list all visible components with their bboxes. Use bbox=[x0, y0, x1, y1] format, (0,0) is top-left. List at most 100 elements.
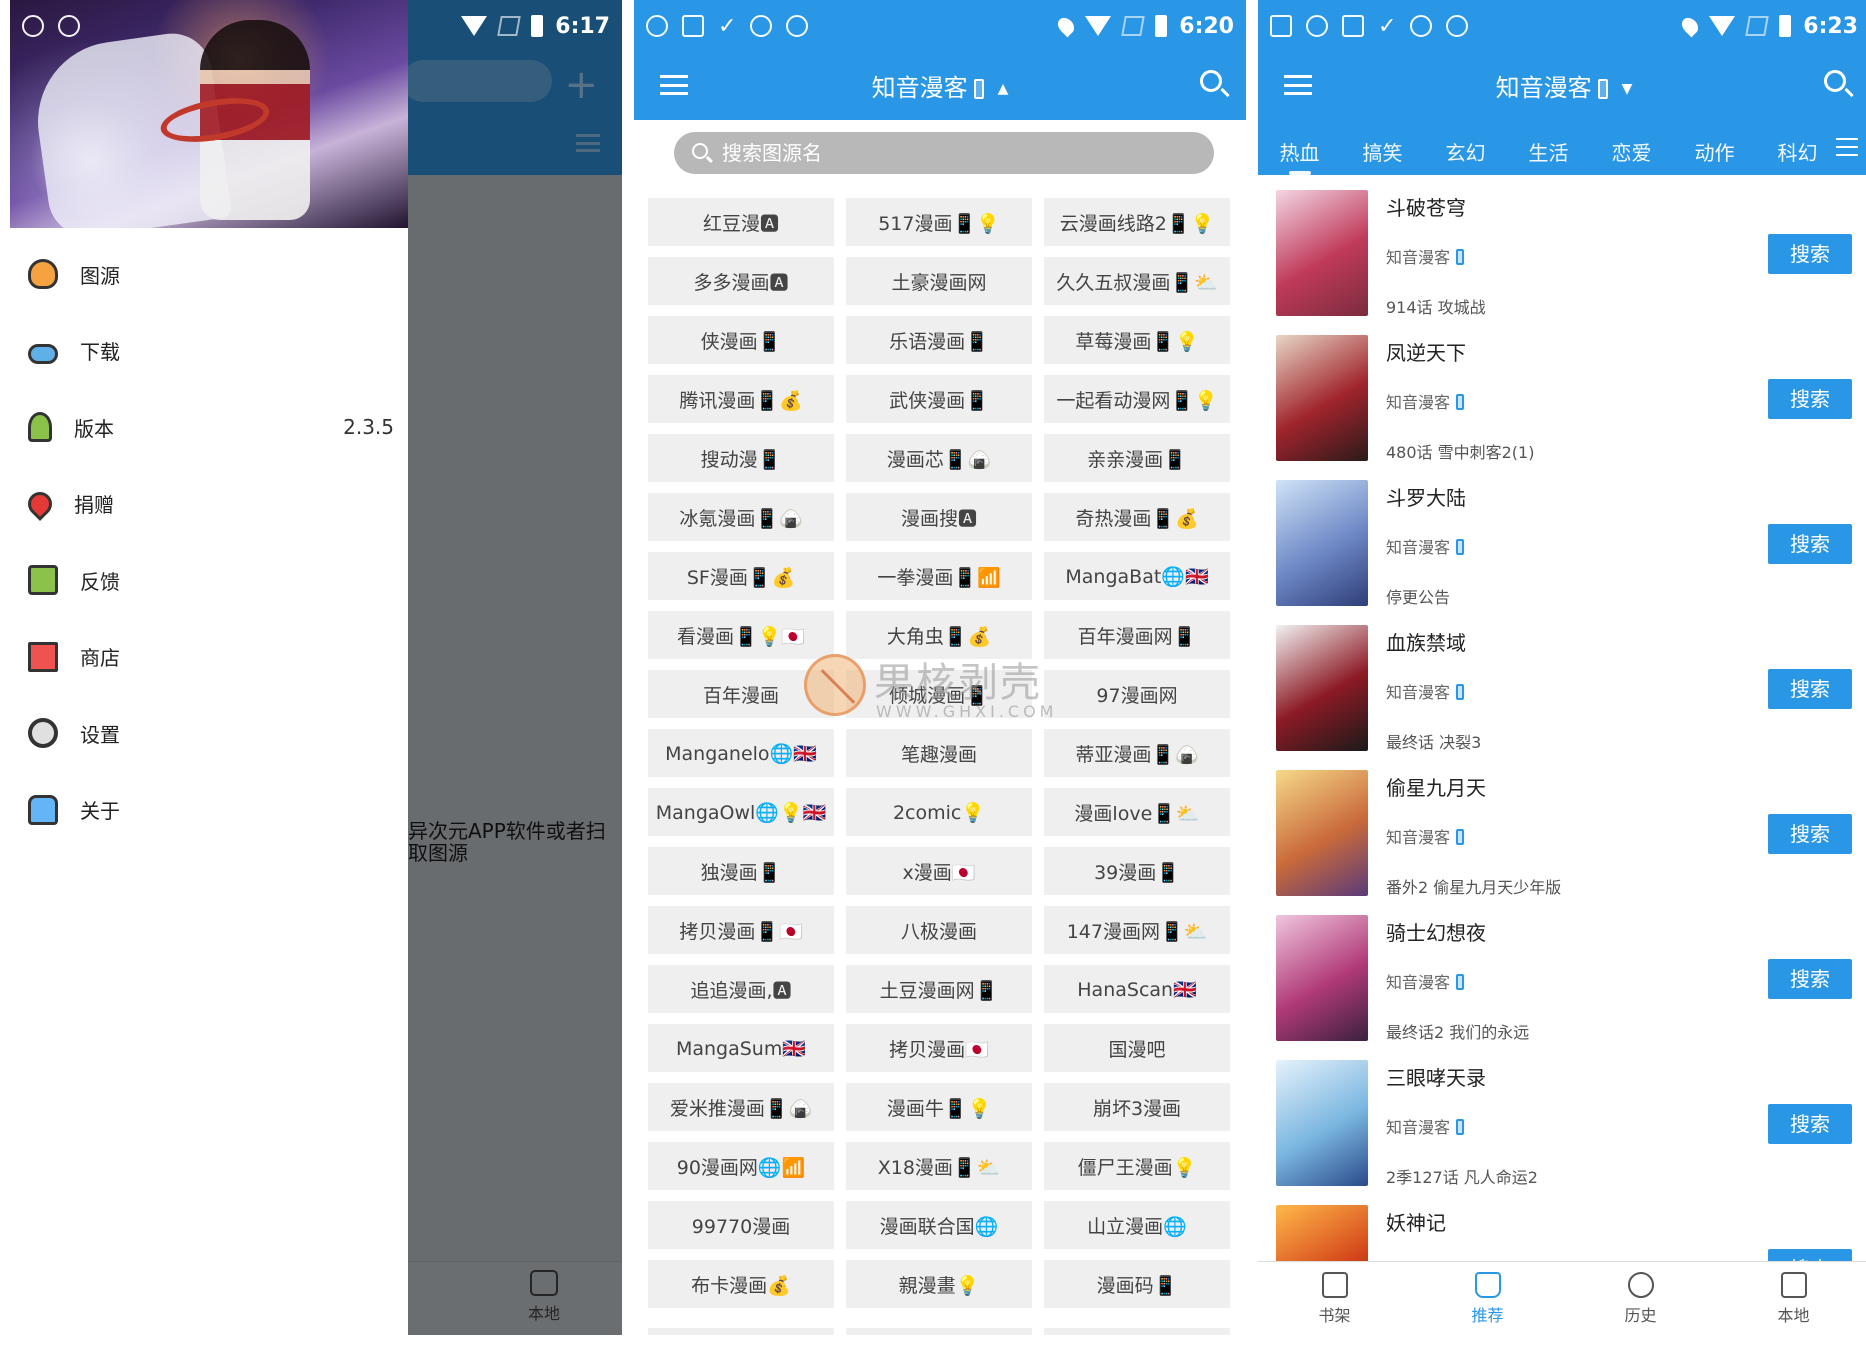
source-item[interactable]: 147漫画网📱⛅ bbox=[1044, 906, 1230, 954]
comic-cover[interactable] bbox=[1276, 1060, 1368, 1186]
tab-category[interactable]: 搞笑 bbox=[1341, 137, 1424, 166]
source-item[interactable]: 漫画码📱 bbox=[1044, 1260, 1230, 1308]
source-item[interactable]: 90漫画网🌐📶 bbox=[648, 1142, 834, 1190]
source-item[interactable]: 僵尸王漫画💡 bbox=[1044, 1142, 1230, 1190]
search-icon[interactable] bbox=[1824, 70, 1846, 92]
source-item[interactable]: 百年漫画 bbox=[648, 670, 834, 718]
nav-item-bookshelf[interactable]: 书架 bbox=[1258, 1262, 1411, 1335]
source-item[interactable]: 一起看动漫网📱💡 bbox=[1044, 375, 1230, 423]
comic-list-item[interactable]: 凤逆天下 知音漫客 480话 雪中刺客2(1) 搜索 bbox=[1258, 333, 1866, 478]
comic-list-item[interactable]: 斗罗大陆 知音漫客 停更公告 搜索 bbox=[1258, 478, 1866, 623]
source-search-input[interactable]: 搜索图源名 bbox=[674, 132, 1214, 174]
comic-cover[interactable] bbox=[1276, 480, 1368, 606]
source-item[interactable]: 笔趣漫画 bbox=[846, 729, 1032, 777]
source-item[interactable]: 倾城漫画📱 bbox=[846, 670, 1032, 718]
drawer-item-source[interactable]: 图源 bbox=[10, 236, 408, 313]
source-item[interactable]: 八极漫画 bbox=[846, 906, 1032, 954]
source-item[interactable]: 土豪漫画网 bbox=[846, 257, 1032, 305]
source-item[interactable]: 亲亲漫画📱 bbox=[1044, 434, 1230, 482]
source-item[interactable]: 久久五叔漫画📱⛅ bbox=[1044, 257, 1230, 305]
search-icon[interactable] bbox=[1200, 70, 1222, 92]
drawer-item-settings[interactable]: 设置 bbox=[10, 695, 408, 772]
source-item[interactable]: 517漫画📱💡 bbox=[846, 198, 1032, 246]
nav-item-local[interactable]: 本地 bbox=[1717, 1262, 1866, 1335]
comic-list-item[interactable]: 三眼哮天录 知音漫客 2季127话 凡人命运2 搜索 bbox=[1258, 1058, 1866, 1203]
source-item[interactable]: 百年漫画网📱 bbox=[1044, 611, 1230, 659]
comic-cover[interactable] bbox=[1276, 770, 1368, 896]
source-item[interactable]: 云漫画线路2📱💡 bbox=[1044, 198, 1230, 246]
source-selector[interactable]: 知音漫客 ▼ bbox=[1258, 68, 1866, 103]
search-button[interactable]: 搜索 bbox=[1768, 814, 1852, 854]
source-item[interactable]: 侠漫画📱 bbox=[648, 316, 834, 364]
source-item[interactable]: 草莓漫画📱💡 bbox=[1044, 316, 1230, 364]
source-item[interactable]: SF漫画📱💰 bbox=[648, 552, 834, 600]
drawer-item-about[interactable]: 关于 bbox=[10, 772, 408, 849]
source-item[interactable]: x漫画🇯🇵 bbox=[846, 847, 1032, 895]
drawer-item-donate[interactable]: 捐赠 bbox=[10, 466, 408, 543]
comic-list-item[interactable]: 斗破苍穹 知音漫客 914话 攻城战 搜索 bbox=[1258, 188, 1866, 333]
source-item[interactable]: 拷贝漫画🇯🇵 bbox=[846, 1024, 1032, 1072]
comic-cover[interactable] bbox=[1276, 915, 1368, 1041]
search-button[interactable]: 搜索 bbox=[1768, 669, 1852, 709]
search-button[interactable]: 搜索 bbox=[1768, 959, 1852, 999]
source-item[interactable]: 漫画联合国🌐 bbox=[846, 1201, 1032, 1249]
source-item[interactable]: 爱米推漫画📱🍙 bbox=[648, 1083, 834, 1131]
comic-cover[interactable] bbox=[1276, 335, 1368, 461]
comic-list-item[interactable]: 血族禁域 知音漫客 最终话 决裂3 搜索 bbox=[1258, 623, 1866, 768]
search-button[interactable]: 搜索 bbox=[1768, 1104, 1852, 1144]
source-item[interactable]: 漫画牛📱💡 bbox=[846, 1083, 1032, 1131]
comic-list-item[interactable]: 骑士幻想夜 知音漫客 最终话2 我们的永远 搜索 bbox=[1258, 913, 1866, 1058]
comic-cover[interactable] bbox=[1276, 190, 1368, 316]
source-item[interactable]: MangaBat🌐🇬🇧 bbox=[1044, 552, 1230, 600]
search-button[interactable]: 搜索 bbox=[1768, 234, 1852, 274]
tab-category[interactable]: 生活 bbox=[1507, 137, 1590, 166]
source-item[interactable]: 看漫画📱💡🇯🇵 bbox=[648, 611, 834, 659]
nav-item-recommend[interactable]: 推荐 bbox=[1411, 1262, 1564, 1335]
tab-category[interactable]: 动作 bbox=[1673, 137, 1756, 166]
drawer-item-version[interactable]: 版本 2.3.5 bbox=[10, 389, 408, 466]
source-item[interactable]: 搜动漫📱 bbox=[648, 434, 834, 482]
source-item[interactable]: 99770漫画 bbox=[648, 1201, 834, 1249]
source-item[interactable]: 崩坏3漫画 bbox=[1044, 1083, 1230, 1131]
source-item[interactable]: 国漫吧 bbox=[1044, 1024, 1230, 1072]
source-item[interactable]: 蒂亚漫画📱🍙 bbox=[1044, 729, 1230, 777]
source-item[interactable]: 追追漫画,🅰 bbox=[648, 965, 834, 1013]
tab-category[interactable]: 玄幻 bbox=[1424, 137, 1507, 166]
source-item[interactable]: X18漫画📱⛅ bbox=[846, 1142, 1032, 1190]
source-item[interactable]: 拷贝漫画📱🇯🇵 bbox=[648, 906, 834, 954]
source-item[interactable]: 多多漫画🅰 bbox=[648, 257, 834, 305]
source-item[interactable]: 97漫画网 bbox=[1044, 670, 1230, 718]
source-item[interactable]: 布卡漫画💰 bbox=[648, 1260, 834, 1308]
source-item[interactable]: 奇热漫画📱💰 bbox=[1044, 493, 1230, 541]
source-item[interactable]: Manganelo🌐🇬🇧 bbox=[648, 729, 834, 777]
search-button[interactable]: 搜索 bbox=[1768, 524, 1852, 564]
source-item[interactable]: 39漫画📱 bbox=[1044, 847, 1230, 895]
source-item[interactable]: 漫画搜🅰 bbox=[846, 493, 1032, 541]
source-item[interactable]: 土豆漫画网📱 bbox=[846, 965, 1032, 1013]
source-item[interactable]: 2comic💡 bbox=[846, 788, 1032, 836]
source-item[interactable]: 乐语漫画📱 bbox=[846, 316, 1032, 364]
search-button[interactable]: 搜索 bbox=[1768, 379, 1852, 419]
source-item[interactable]: HanaScan🇬🇧 bbox=[1044, 965, 1230, 1013]
comic-list-item[interactable]: 偷星九月天 知音漫客 番外2 偷星九月天少年版 搜索 bbox=[1258, 768, 1866, 913]
drawer-item-download[interactable]: 下载 bbox=[10, 313, 408, 390]
source-item[interactable]: 独漫画📱 bbox=[648, 847, 834, 895]
comic-cover[interactable] bbox=[1276, 625, 1368, 751]
drawer-item-shop[interactable]: 商店 bbox=[10, 619, 408, 696]
nav-item-history[interactable]: 历史 bbox=[1564, 1262, 1717, 1335]
source-item[interactable]: 红豆漫🅰 bbox=[648, 198, 834, 246]
source-selector[interactable]: 知音漫客 ▲ bbox=[634, 68, 1246, 103]
source-item[interactable]: 冰氪漫画📱🍙 bbox=[648, 493, 834, 541]
source-item[interactable]: 武侠漫画📱 bbox=[846, 375, 1032, 423]
source-item[interactable]: 一拳漫画📱📶 bbox=[846, 552, 1032, 600]
source-item[interactable]: 腾讯漫画📱💰 bbox=[648, 375, 834, 423]
source-item[interactable]: 親漫畫💡 bbox=[846, 1260, 1032, 1308]
tab-category[interactable]: 科幻 bbox=[1756, 137, 1839, 166]
source-item[interactable]: 大角虫📱💰 bbox=[846, 611, 1032, 659]
source-item[interactable]: 漫画芯📱🍙 bbox=[846, 434, 1032, 482]
source-item[interactable]: MangaSum🇬🇧 bbox=[648, 1024, 834, 1072]
source-item[interactable]: 山立漫画🌐 bbox=[1044, 1201, 1230, 1249]
tab-category[interactable]: 恋爱 bbox=[1590, 137, 1673, 166]
source-item[interactable]: MangaOwl🌐💡🇬🇧 bbox=[648, 788, 834, 836]
source-item[interactable]: 漫画love📱⛅ bbox=[1044, 788, 1230, 836]
